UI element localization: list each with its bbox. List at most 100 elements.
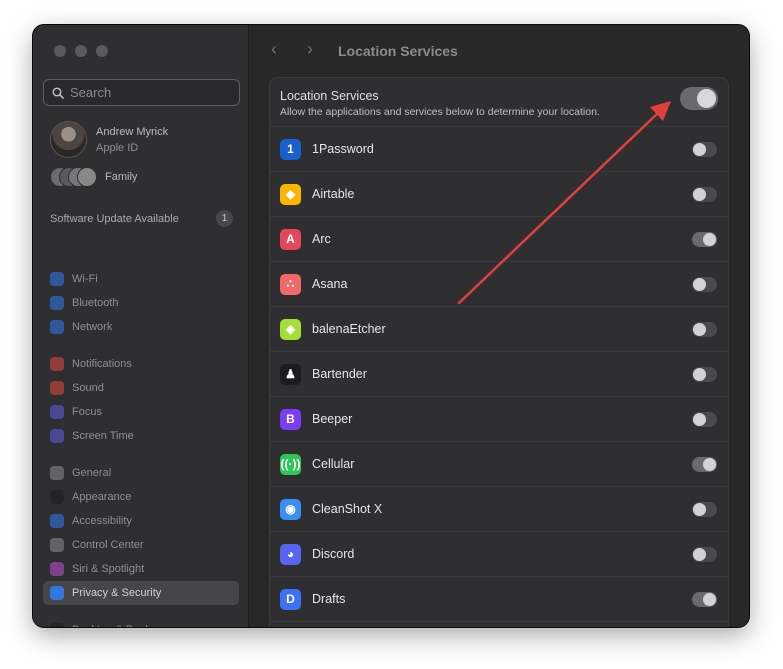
toolbar: ‹ › Location Services <box>249 25 749 77</box>
search-field[interactable] <box>43 79 240 106</box>
app-row-discord: ◕ Discord <box>270 532 728 577</box>
forward-button[interactable]: › <box>307 39 313 60</box>
toggle-knob <box>693 368 706 381</box>
app-row-bartender: ♟ Bartender <box>270 352 728 397</box>
app-location-toggle[interactable] <box>692 322 717 337</box>
toggle-knob <box>703 593 716 606</box>
sidebar-item-screen-time[interactable]: Screen Time <box>43 424 239 448</box>
page-title: Location Services <box>338 43 458 59</box>
app-name: Cellular <box>312 457 355 471</box>
accessibility-icon <box>50 514 64 528</box>
app-row-cleanshot-x: ◉ CleanShot X <box>270 487 728 532</box>
app-row-drafts: D Drafts <box>270 577 728 622</box>
app-name: 1Password <box>312 142 374 156</box>
sidebar-item-accessibility[interactable]: Accessibility <box>43 509 239 533</box>
app-row-beeper: B Beeper <box>270 397 728 442</box>
app-name: Asana <box>312 277 348 291</box>
sidebar-item-privacy-security[interactable]: Privacy & Security <box>43 581 239 605</box>
apple-id-profile[interactable]: Andrew Myrick Apple ID <box>50 121 168 158</box>
app-name: Bartender <box>312 367 367 381</box>
minimize-window-button[interactable] <box>75 45 87 57</box>
software-update-label: Software Update Available <box>50 212 179 225</box>
toggle-knob <box>703 458 716 471</box>
sidebar-item-bluetooth[interactable]: Bluetooth <box>43 291 239 315</box>
dock-icon <box>50 623 64 627</box>
sidebar-item-network[interactable]: Network <box>43 315 239 339</box>
toggle-knob <box>693 503 706 516</box>
app-location-toggle[interactable] <box>692 547 717 562</box>
sidebar-item-focus[interactable]: Focus <box>43 400 239 424</box>
search-input[interactable] <box>70 85 220 100</box>
sidebar-item-label: Privacy & Security <box>72 587 162 599</box>
app-name: balenaEtcher <box>312 322 386 336</box>
toggle-knob <box>693 323 706 336</box>
app-location-toggle[interactable] <box>692 277 717 292</box>
toggle-knob <box>693 548 706 561</box>
sidebar-item-notifications[interactable]: Notifications <box>43 352 239 376</box>
software-update-item[interactable]: Software Update Available 1 <box>50 210 233 227</box>
sidebar-item-wi-fi[interactable]: Wi-Fi <box>43 267 239 291</box>
app-name: Drafts <box>312 592 346 606</box>
sidebar-item-sound[interactable]: Sound <box>43 376 239 400</box>
back-button[interactable]: ‹ <box>271 39 277 60</box>
asana-icon: ∴ <box>280 273 301 295</box>
toggle-knob <box>693 278 706 291</box>
app-row-arc: A Arc <box>270 217 728 262</box>
avatar <box>50 121 87 158</box>
balenaetcher-icon: ◈ <box>280 318 301 340</box>
sidebar-item-desktop-dock[interactable]: Desktop & Dock <box>43 618 239 627</box>
beeper-icon: B <box>280 408 301 430</box>
toggle-knob <box>703 233 716 246</box>
globe-icon <box>50 320 64 334</box>
location-services-title: Location Services <box>280 89 379 103</box>
sidebar-item-label: Desktop & Dock <box>72 624 151 627</box>
arc-icon: A <box>280 228 301 250</box>
app-location-toggle[interactable] <box>692 457 717 472</box>
gear-icon <box>50 466 64 480</box>
sidebar-item-siri-spotlight[interactable]: Siri & Spotlight <box>43 557 239 581</box>
profile-name: Andrew Myrick <box>96 125 169 138</box>
sidebar-item-control-center[interactable]: Control Center <box>43 533 239 557</box>
app-name: CleanShot X <box>312 502 383 516</box>
app-location-toggle[interactable] <box>692 367 717 382</box>
hourglass-icon <box>50 429 64 443</box>
sidebar-item-label: Bluetooth <box>72 297 119 309</box>
sidebar-item-label: Sound <box>72 382 104 394</box>
bluetooth-icon <box>50 296 64 310</box>
app-location-toggle[interactable] <box>692 592 717 607</box>
sidebar-item-label: Siri & Spotlight <box>72 563 145 575</box>
bell-icon <box>50 357 64 371</box>
location-services-toggle[interactable] <box>680 87 718 110</box>
app-location-toggle[interactable] <box>692 412 717 427</box>
app-location-toggle[interactable] <box>692 232 717 247</box>
main-pane: ‹ › Location Services Location Services … <box>249 25 749 627</box>
search-icon <box>52 86 64 99</box>
airtable-icon: ◆ <box>280 183 301 205</box>
location-services-header: Location Services Allow the applications… <box>270 78 728 127</box>
siri-icon <box>50 562 64 576</box>
app-name: Discord <box>312 547 355 561</box>
bartender-icon: ♟ <box>280 363 301 385</box>
toggle-knob <box>697 89 716 108</box>
hand-icon <box>50 586 64 600</box>
discord-icon: ◕ <box>280 543 301 565</box>
sidebar-item-label: General <box>72 467 112 479</box>
app-location-toggle[interactable] <box>692 502 717 517</box>
app-row-1password: 1 1Password <box>270 127 728 172</box>
sidebar-item-label: Network <box>72 321 113 333</box>
zoom-window-button[interactable] <box>96 45 108 57</box>
sidebar-item-label: Screen Time <box>72 430 134 442</box>
moon-icon <box>50 405 64 419</box>
sidebar-item-appearance[interactable]: Appearance <box>43 485 239 509</box>
app-location-toggle[interactable] <box>692 142 717 157</box>
sidebar-item-general[interactable]: General <box>43 461 239 485</box>
sidebar-item-label: Accessibility <box>72 515 132 527</box>
speaker-icon <box>50 381 64 395</box>
window-controls <box>54 45 108 57</box>
cellular-icon: ((·)) <box>280 453 301 475</box>
location-services-description: Allow the applications and services belo… <box>280 106 600 118</box>
family-item[interactable]: Family <box>50 167 137 187</box>
app-location-toggle[interactable] <box>692 187 717 202</box>
close-window-button[interactable] <box>54 45 66 57</box>
app-name: Airtable <box>312 187 355 201</box>
